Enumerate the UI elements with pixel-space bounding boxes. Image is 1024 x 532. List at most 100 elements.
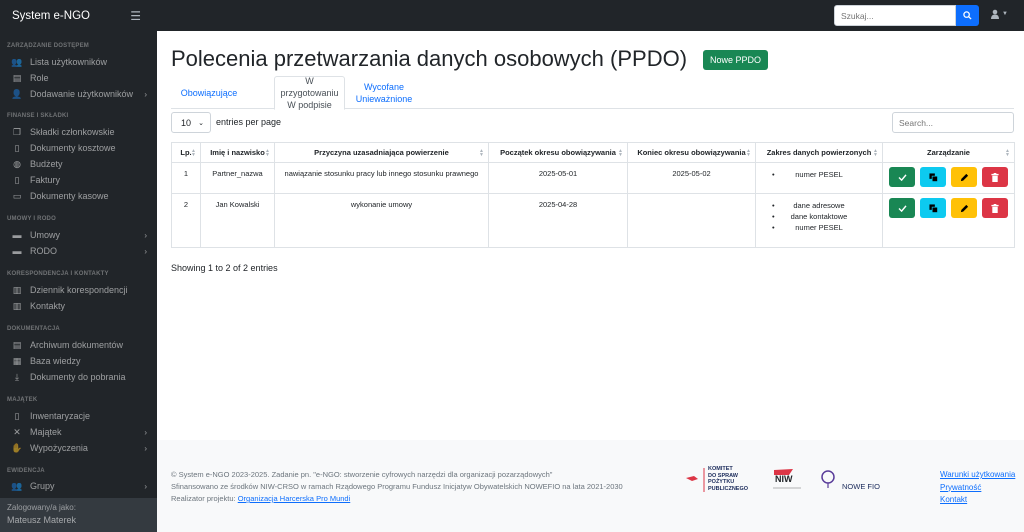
sidebar-item-contracts[interactable]: ▬ Umowy ›	[0, 227, 157, 243]
sidebar-item-inventory[interactable]: ▯ Inwentaryzacje	[0, 408, 157, 424]
globe-icon: ◍	[13, 158, 21, 169]
chevron-down-icon: ▼	[1002, 11, 1008, 17]
top-search-button[interactable]	[956, 5, 979, 26]
cash-icon: ▭	[12, 190, 22, 201]
cell-name: Partner_nazwa	[200, 162, 275, 194]
col-header-actions[interactable]: Zarządzanie ▲ ▼	[882, 142, 1015, 163]
entries-per-page-select[interactable]: 10 ⌄	[171, 112, 211, 133]
copy-button[interactable]	[920, 198, 946, 218]
col-header-name[interactable]: Imię i nazwisko ▲ ▼	[200, 142, 275, 163]
privacy-link[interactable]: Prywatność	[940, 482, 1015, 495]
cell-end	[627, 193, 756, 248]
tab-in-preparation[interactable]: W przygotowaniu W podpisie	[274, 76, 345, 110]
sort-icon: ▲ ▼	[873, 148, 878, 158]
brand-area: System e-NGO ☰	[0, 9, 157, 23]
terms-link[interactable]: Warunki użytkowania	[940, 469, 1015, 482]
hamburger-icon[interactable]: ☰	[130, 9, 141, 23]
sidebar-item-archive[interactable]: ▤ Archiwum dokumentów	[0, 337, 157, 353]
sort-icon: ▲ ▼	[265, 148, 270, 158]
cell-name: Jan Kowalski	[200, 193, 275, 248]
col-header-scope[interactable]: Zakres danych powierzonych ▲ ▼	[755, 142, 883, 163]
status-tabs: Obowiązujące W przygotowaniu W podpisie W…	[171, 76, 1014, 110]
sidebar-item-rentals[interactable]: ✋ Wypożyczenia ›	[0, 440, 157, 456]
sidebar-item-add-user[interactable]: 👤 Dodawanie użytkowników ›	[0, 86, 157, 102]
organization-link[interactable]: Organizacja Harcerska Pro Mundi	[238, 494, 351, 503]
sidebar-item-budgets[interactable]: ◍ Budżety	[0, 156, 157, 172]
users-icon: 👥	[11, 56, 23, 67]
cell-actions	[882, 162, 1015, 194]
new-ppdo-button[interactable]: Nowe PPDO	[703, 50, 769, 70]
sidebar-item-membership-fees[interactable]: ❐ Składki członkowskie	[0, 124, 157, 140]
table-search-input[interactable]	[892, 112, 1014, 133]
sidebar-heading: MAJĄTEK	[7, 397, 38, 403]
delete-button[interactable]	[982, 198, 1008, 218]
tools-icon: ✕	[13, 426, 21, 437]
sort-icon: ▲ ▼	[191, 148, 196, 158]
copy-button[interactable]	[920, 167, 946, 187]
footer-links: Warunki użytkowania Prywatność Kontakt	[940, 469, 1015, 507]
database-icon: ▦	[12, 355, 22, 366]
col-header-lp[interactable]: Lp. ▲ ▼	[171, 142, 201, 163]
sidebar-item-assets[interactable]: ✕ Majątek ›	[0, 424, 157, 440]
sidebar-heading: EWIDENCJA	[7, 468, 45, 474]
col-header-start[interactable]: Początek okresu obowiązywania ▲ ▼	[488, 142, 628, 163]
trash-icon	[991, 172, 999, 182]
top-search-input[interactable]	[834, 5, 956, 26]
cell-scope: numer PESEL	[755, 162, 883, 194]
book-icon: ▥	[12, 284, 22, 295]
pencil-icon	[960, 204, 968, 212]
sort-icon: ▲ ▼	[618, 148, 623, 158]
delete-button[interactable]	[982, 167, 1008, 187]
page-title: Polecenia przetwarzania danych osobowych…	[171, 46, 688, 71]
approve-button[interactable]	[889, 198, 915, 218]
folder-icon: ▬	[12, 230, 22, 240]
sidebar-item-cost-documents[interactable]: ▯ Dokumenty kosztowe	[0, 140, 157, 156]
sidebar-item-users-list[interactable]: 👥 Lista użytkowników	[0, 54, 157, 70]
scope-item: numer PESEL	[756, 169, 882, 180]
edit-button[interactable]	[951, 198, 977, 218]
check-icon	[898, 173, 907, 181]
footer-text: © System e-NGO 2023-2025. Zadanie pn. "e…	[171, 470, 623, 503]
chevron-right-icon: ›	[144, 443, 147, 453]
address-book-icon: ▥	[12, 300, 22, 311]
sidebar-item-downloads[interactable]: ⤓ Dokumenty do pobrania	[0, 369, 157, 385]
kpp-logo: KOMITET DO SPRAW POŻYTKU PUBLICZNEGO	[684, 466, 756, 496]
user-plus-icon: 👤	[11, 88, 23, 99]
sidebar-item-rodo[interactable]: ▬ RODO ›	[0, 243, 157, 259]
brand-name[interactable]: System e-NGO	[12, 10, 90, 22]
logged-user: Mateusz Materek	[7, 515, 77, 525]
invoice-icon: ▯	[14, 174, 20, 185]
folder-icon: ▬	[12, 246, 22, 256]
copy-icon	[928, 172, 938, 182]
tab-active-docs[interactable]: Obowiązujące	[171, 76, 247, 109]
archive-icon: ▤	[12, 339, 22, 350]
sidebar-item-contacts[interactable]: ▥ Kontakty	[0, 298, 157, 314]
main-content: Polecenia przetwarzania danych osobowych…	[157, 31, 1024, 440]
contact-link[interactable]: Kontakt	[940, 494, 1015, 507]
sidebar-footer: Zalogowany/a jako: Mateusz Materek	[0, 498, 157, 532]
user-menu[interactable]: ▼	[990, 9, 1008, 19]
sidebar-item-invoices[interactable]: ▯ Faktury	[0, 172, 157, 188]
sort-icon: ▲ ▼	[746, 148, 751, 158]
cell-start: 2025-05-01	[488, 162, 628, 194]
sort-icon: ▲ ▼	[479, 148, 484, 158]
copy-icon: ❐	[12, 126, 22, 137]
user-icon	[991, 9, 999, 19]
sidebar-heading: KORESPONDENCJA I KONTAKTY	[7, 271, 109, 277]
sidebar-item-groups[interactable]: 👥 Grupy ›	[0, 478, 157, 494]
chevron-down-icon: ⌄	[198, 119, 204, 127]
tab-withdrawn[interactable]: Wycofane Unieważnione	[341, 76, 427, 109]
edit-button[interactable]	[951, 167, 977, 187]
sidebar-item-roles[interactable]: ▤ Role	[0, 70, 157, 86]
group-icon: 👥	[11, 480, 23, 491]
sidebar-item-knowledge-base[interactable]: ▦ Baza wiedzy	[0, 353, 157, 369]
sidebar-item-cash-documents[interactable]: ▭ Dokumenty kasowe	[0, 188, 157, 204]
sidebar-heading: DOKUMENTACJA	[7, 326, 60, 332]
col-header-end[interactable]: Koniec okresu obowiązywania ▲ ▼	[627, 142, 756, 163]
cell-actions	[882, 193, 1015, 248]
sidebar-heading: ZARZĄDZANIE DOSTĘPEM	[7, 43, 89, 49]
col-header-reason[interactable]: Przyczyna uzasadniająca powierzenie ▲ ▼	[274, 142, 489, 163]
search-icon	[963, 11, 972, 20]
sidebar-item-correspondence[interactable]: ▥ Dziennik korespondencji	[0, 282, 157, 298]
approve-button[interactable]	[889, 167, 915, 187]
